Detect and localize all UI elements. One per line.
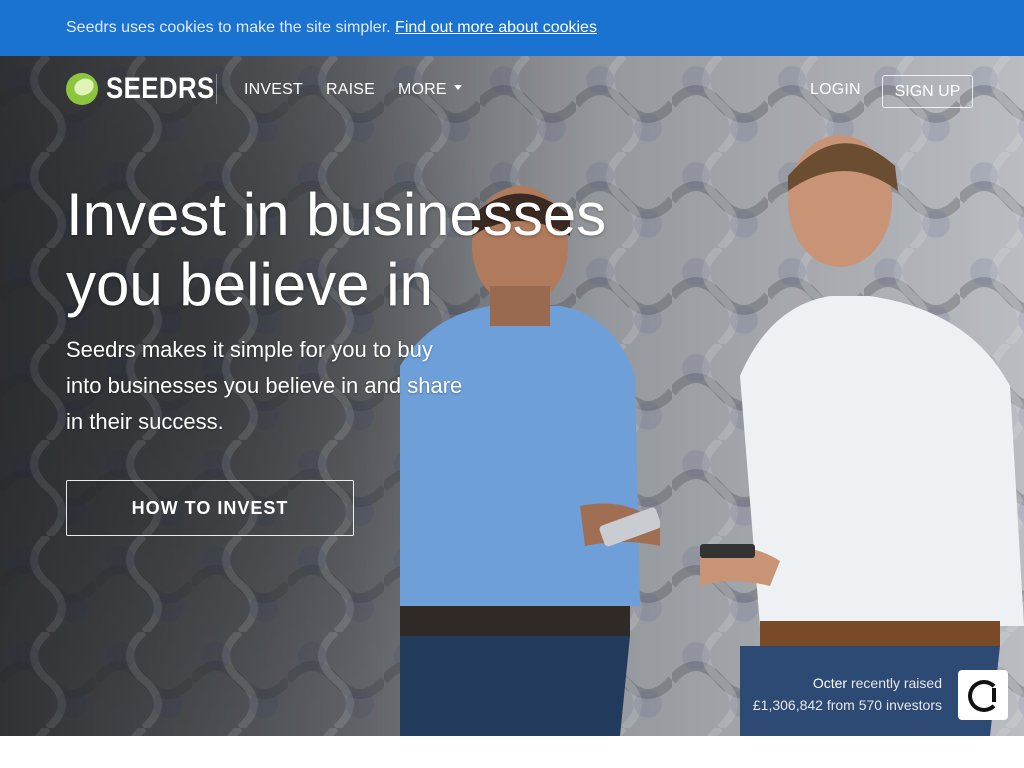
stats-strip xyxy=(0,736,1024,768)
nav-divider xyxy=(216,74,217,104)
seedrs-logo-icon xyxy=(66,73,98,105)
seedrs-logo[interactable]: SEEDRS xyxy=(66,72,232,106)
recent-raise-line: Octer recently raised xyxy=(753,672,942,694)
signup-button[interactable]: SIGN UP xyxy=(882,75,973,108)
cookie-info-link[interactable]: Find out more about cookies xyxy=(395,19,597,36)
person-white-shirt-image xyxy=(700,135,1024,736)
recent-raise-amount: £1,306,842 from 570 investors xyxy=(752,697,942,713)
nav-more-dropdown[interactable]: MORE xyxy=(398,81,462,99)
recent-raise-company: Octer xyxy=(812,675,848,691)
hero-headline-line-1: Invest in businesses xyxy=(66,181,607,248)
cookie-message: Seedrs uses cookies to make the site sim… xyxy=(66,19,391,36)
how-to-invest-button[interactable]: HOW TO INVEST xyxy=(66,480,354,536)
caret-down-icon xyxy=(453,85,462,91)
hero-headline-line-2: you believe in xyxy=(66,251,433,318)
top-navigation: SEEDRS INVEST RAISE MORE LOGIN SIGN UP xyxy=(0,56,1024,124)
seedrs-logo-text: SEEDRS xyxy=(106,72,215,105)
login-link[interactable]: LOGIN xyxy=(810,81,861,99)
hero-headline: Invest in businesses you believe in xyxy=(66,180,606,320)
nav-more-label: MORE xyxy=(398,81,447,98)
hero-section: SEEDRS INVEST RAISE MORE LOGIN SIGN UP I… xyxy=(0,56,1024,736)
nav-invest-link[interactable]: INVEST xyxy=(244,81,303,99)
cookie-banner-text: Seedrs uses cookies to make the site sim… xyxy=(66,19,597,37)
chat-widget-button[interactable] xyxy=(958,670,1008,720)
cookie-banner: Seedrs uses cookies to make the site sim… xyxy=(0,0,1024,56)
hero-subtitle: Seedrs makes it simple for you to buy in… xyxy=(66,337,463,434)
chat-icon-bar xyxy=(992,688,996,702)
recent-raise-suffix: recently raised xyxy=(850,675,942,691)
recent-raise-notice[interactable]: Octer recently raised £1,306,842 from 57… xyxy=(753,672,942,716)
nav-raise-link[interactable]: RAISE xyxy=(326,81,375,99)
